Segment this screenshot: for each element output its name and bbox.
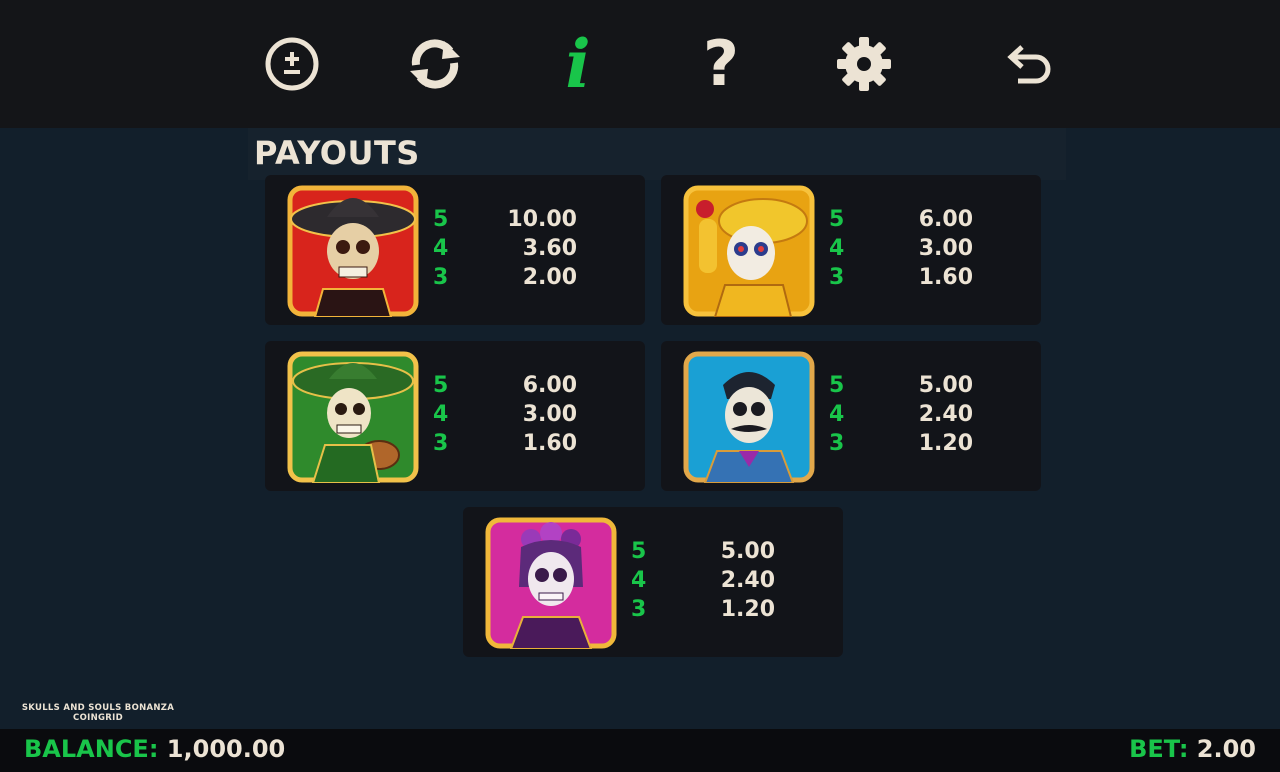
top-toolbar: i ? <box>0 0 1280 128</box>
info-icon: i <box>565 25 591 103</box>
payout-row: 3 1.60 <box>265 429 645 458</box>
symbol-count: 5 <box>829 207 845 232</box>
symbol-count: 3 <box>433 431 449 456</box>
payout-row: 3 1.20 <box>661 429 1041 458</box>
symbol-count: 3 <box>829 431 845 456</box>
payout-row: 5 10.00 <box>265 205 645 234</box>
payout-value: 3.00 <box>918 236 973 261</box>
symbol-count: 5 <box>829 373 845 398</box>
payout-row: 3 1.60 <box>661 263 1041 292</box>
symbol-count: 3 <box>631 597 647 622</box>
game-logo-title: SKULLS AND SOULS BONANZA <box>21 703 175 713</box>
payout-card: 5 6.00 4 3.00 3 1.60 <box>265 341 645 491</box>
payout-value: 3.00 <box>522 402 577 427</box>
balance-display: BALANCE: 1,000.00 <box>24 735 285 763</box>
balance-label: BALANCE: <box>24 735 159 763</box>
bet-display: BET: 2.00 <box>1129 735 1256 763</box>
back-arrow-icon <box>1007 45 1051 84</box>
gear-icon <box>837 37 891 91</box>
symbol-count: 4 <box>829 236 845 261</box>
payout-value: 6.00 <box>522 373 577 398</box>
payout-value: 3.60 <box>522 236 577 261</box>
payout-row: 5 6.00 <box>265 371 645 400</box>
payout-value: 5.00 <box>720 539 775 564</box>
game-logo: SKULLS AND SOULS BONANZA COINGRID <box>10 703 186 723</box>
payout-row: 4 2.40 <box>463 566 843 595</box>
payout-row: 5 5.00 <box>463 537 843 566</box>
payout-row: 5 6.00 <box>661 205 1041 234</box>
bet-adjust-button[interactable] <box>262 34 322 94</box>
symbol-count: 3 <box>433 265 449 290</box>
symbol-count: 4 <box>433 402 449 427</box>
symbol-count: 3 <box>829 265 845 290</box>
symbol-count: 4 <box>829 402 845 427</box>
settings-button[interactable] <box>834 34 894 94</box>
payout-row: 5 5.00 <box>661 371 1041 400</box>
info-button[interactable]: i <box>548 25 608 103</box>
payout-value: 1.20 <box>720 597 775 622</box>
payout-value: 5.00 <box>918 373 973 398</box>
payout-card: 5 10.00 4 3.60 3 2.00 <box>265 175 645 325</box>
symbol-count: 5 <box>433 373 449 398</box>
payout-value: 1.60 <box>522 431 577 456</box>
plus-minus-icon <box>265 37 319 91</box>
payout-row: 4 3.00 <box>265 400 645 429</box>
help-button[interactable]: ? <box>691 27 751 100</box>
payout-row: 4 3.60 <box>265 234 645 263</box>
payout-card: 5 5.00 4 2.40 3 1.20 <box>463 507 843 657</box>
payout-value: 2.00 <box>522 265 577 290</box>
symbol-count: 4 <box>631 568 647 593</box>
payout-value: 2.40 <box>720 568 775 593</box>
payout-value: 1.60 <box>918 265 973 290</box>
payout-value: 2.40 <box>918 402 973 427</box>
refresh-icon <box>410 39 460 89</box>
payout-row: 3 1.20 <box>463 595 843 624</box>
symbol-count: 5 <box>631 539 647 564</box>
payout-value: 1.20 <box>918 431 973 456</box>
bet-label: BET: <box>1129 735 1189 763</box>
payout-card: 5 5.00 4 2.40 3 1.20 <box>661 341 1041 491</box>
balance-value: 1,000.00 <box>166 735 286 763</box>
bet-value: 2.00 <box>1196 735 1256 763</box>
question-icon: ? <box>703 27 739 100</box>
payout-value: 10.00 <box>507 207 577 232</box>
payout-row: 4 3.00 <box>661 234 1041 263</box>
payout-row: 3 2.00 <box>265 263 645 292</box>
symbol-count: 5 <box>433 207 449 232</box>
payout-row: 4 2.40 <box>661 400 1041 429</box>
payout-card: 5 6.00 4 3.00 3 1.60 <box>661 175 1041 325</box>
payout-value: 6.00 <box>918 207 973 232</box>
symbol-count: 4 <box>433 236 449 261</box>
game-logo-provider: COINGRID <box>73 713 123 723</box>
page-title: PAYOUTS <box>254 134 420 172</box>
autoplay-button[interactable] <box>405 34 465 94</box>
back-button[interactable] <box>997 34 1057 94</box>
